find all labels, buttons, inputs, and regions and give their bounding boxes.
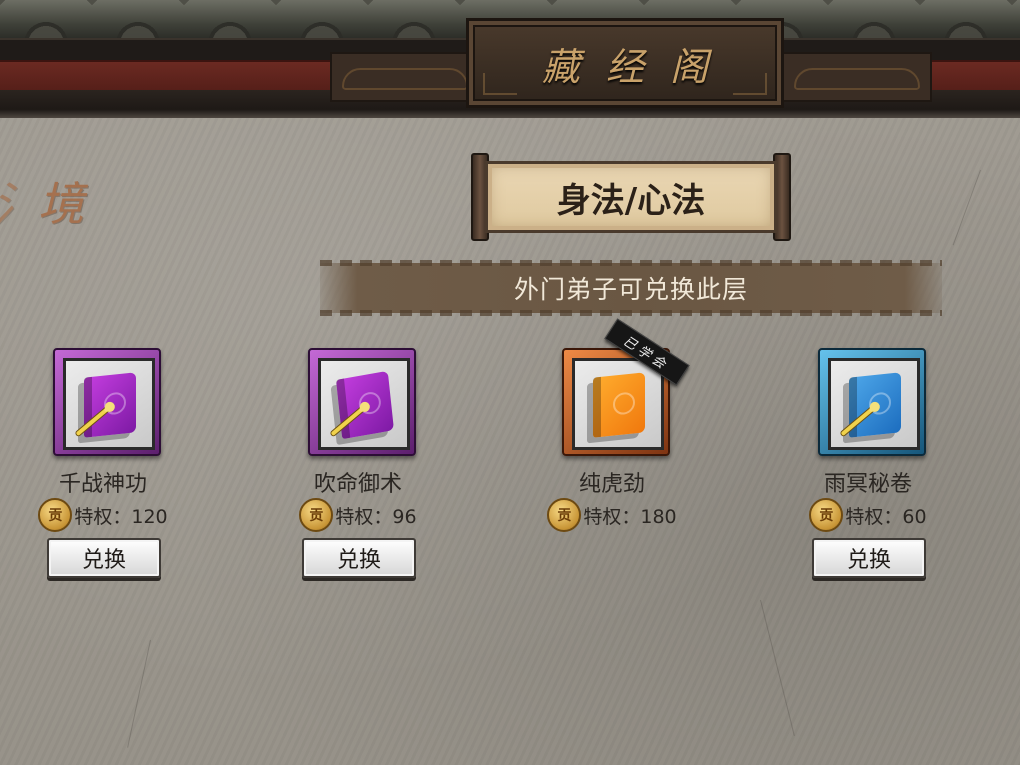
contribution-coin-icon: 贡 — [38, 498, 73, 532]
beam-ornament-right — [782, 52, 932, 102]
skill-name: 纯虎劲 — [578, 472, 645, 497]
contribution-coin-icon: 贡 — [299, 498, 334, 532]
plaque-ornament — [483, 73, 517, 95]
orange-book-icon — [593, 372, 645, 438]
requirement-text: 外门弟子可兑换此层 — [513, 275, 748, 304]
partial-glyph: 氵 — [0, 177, 44, 231]
skill-icon-frame[interactable] — [53, 348, 161, 456]
exchange-button[interactable]: 兑换 — [302, 538, 416, 578]
side-calligraphy: 氵境 — [0, 168, 90, 234]
contribution-coin-icon: 贡 — [809, 498, 844, 532]
skill-icon-slot — [828, 358, 920, 450]
cost-label: 特权：96 — [335, 505, 417, 528]
skill-icon-slot — [63, 358, 155, 450]
requirement-banner: 外门弟子可兑换此层 — [320, 260, 942, 316]
skill-icon-frame[interactable] — [308, 348, 416, 456]
skill-cost: 贡 特权：96 — [258, 498, 458, 532]
title-plaque: 藏经阁 — [466, 18, 784, 108]
skill-cost: 贡 特权：60 — [768, 498, 968, 532]
skill-cost: 贡 特权：180 — [512, 498, 712, 532]
skill-name: 雨冥秘卷 — [823, 472, 912, 497]
side-calligraphy-text: 境 — [38, 177, 90, 231]
category-title: 身法/心法 — [556, 180, 706, 221]
beam-ornament-left — [330, 52, 480, 102]
skill-icon-slot — [318, 358, 410, 450]
contribution-coin-icon: 贡 — [547, 498, 582, 532]
page-title: 藏经阁 — [541, 44, 734, 89]
cost-label: 特权：60 — [845, 505, 927, 528]
exchange-button[interactable]: 兑换 — [812, 538, 926, 578]
plaque-ornament — [733, 73, 767, 95]
cost-label: 特权：180 — [583, 505, 677, 528]
category-scroll: 身法/心法 — [471, 153, 791, 241]
exchange-button[interactable]: 兑换 — [47, 538, 161, 578]
skill-name: 吹命御术 — [313, 472, 402, 497]
skill-cost: 贡 特权：120 — [3, 498, 203, 532]
scroll-body: 身法/心法 — [485, 161, 777, 233]
skill-name: 千战神功 — [58, 472, 147, 497]
skill-icon-slot — [572, 358, 664, 450]
skill-icon-frame[interactable] — [818, 348, 926, 456]
cost-label: 特权：120 — [74, 505, 168, 528]
